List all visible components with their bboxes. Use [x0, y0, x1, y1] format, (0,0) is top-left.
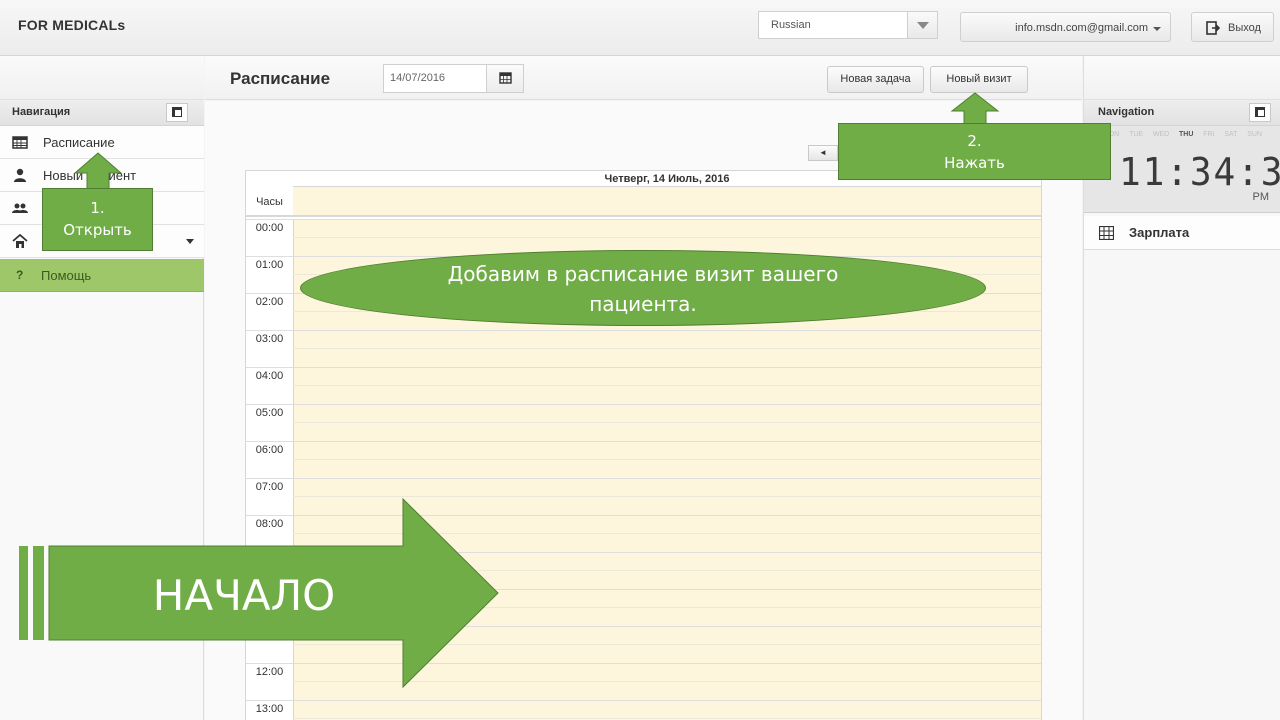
- hour-divider: [246, 478, 1041, 479]
- weekday-tue: TUE: [1129, 131, 1144, 138]
- half-hour-divider: [293, 237, 1041, 238]
- arrow-up-shape-2: [950, 92, 1000, 125]
- right-panel-toggle-button[interactable]: [1249, 103, 1271, 122]
- all-day-row[interactable]: [293, 187, 1041, 217]
- digital-clock: MON TUE WED THU FRI SAT SUN 11:34:32 PM: [1084, 126, 1280, 213]
- start-stripe-1: [19, 546, 28, 640]
- hour-row[interactable]: 06:00: [246, 441, 1041, 478]
- panel-toggle-icon: [172, 107, 182, 117]
- callout-number: 1.: [90, 199, 105, 217]
- sidebar-item-label: Расписание: [43, 135, 115, 150]
- half-hour-divider: [293, 459, 1041, 460]
- user-icon: [14, 168, 26, 182]
- hour-row[interactable]: 05:00: [246, 404, 1041, 441]
- hour-label: 07:00: [255, 481, 284, 493]
- language-value: Russian: [771, 19, 811, 31]
- callout-text: Открыть: [63, 221, 132, 239]
- salary-label: Зарплата: [1129, 225, 1190, 240]
- users-icon: [12, 203, 28, 213]
- hour-label: 05:00: [255, 407, 284, 419]
- weekday-thu: THU: [1179, 131, 1194, 138]
- salary-link[interactable]: Зарплата: [1084, 216, 1280, 250]
- weekday-sun: SUN: [1247, 131, 1263, 138]
- calendar-icon: [499, 72, 512, 84]
- chevron-down-icon[interactable]: [907, 12, 937, 38]
- previous-day-button[interactable]: ◄: [808, 145, 838, 161]
- hour-divider: [246, 441, 1041, 442]
- hour-row[interactable]: 03:00: [246, 330, 1041, 367]
- sidebar-top: [0, 56, 204, 100]
- panel-toggle-icon: [1255, 107, 1265, 117]
- start-arrow[interactable]: НАЧАЛО: [48, 498, 500, 690]
- half-hour-divider: [293, 496, 1041, 497]
- new-task-button[interactable]: Новая задача: [827, 66, 924, 93]
- language-select[interactable]: Russian: [758, 11, 938, 39]
- callout-text: Нажать: [944, 154, 1005, 172]
- clock-weekdays: MON TUE WED THU FRI SAT SUN: [1084, 131, 1280, 138]
- date-value: 14/07/2016: [390, 72, 446, 84]
- logout-icon: [1206, 21, 1220, 35]
- sidebar-toggle-button[interactable]: [166, 103, 188, 122]
- date-field[interactable]: 14/07/2016: [383, 64, 524, 93]
- hours-column-label: Часы: [246, 187, 293, 217]
- callout-click: 2. Нажать: [838, 123, 1111, 180]
- arrow-up-shape-1: [73, 152, 123, 190]
- weekday-sat: SAT: [1224, 131, 1238, 138]
- home-icon: [12, 234, 28, 248]
- right-panel: Navigation MON TUE WED THU FRI SAT SUN 1…: [1083, 56, 1280, 720]
- user-email: info.msdn.com@gmail.com: [1015, 22, 1148, 34]
- start-label: НАЧАЛО: [153, 571, 335, 620]
- right-panel-top: [1084, 56, 1280, 100]
- hour-divider: [246, 404, 1041, 405]
- clock-time: 11:34:32: [1118, 150, 1280, 194]
- right-panel-heading-label: Navigation: [1098, 106, 1155, 118]
- sidebar-item-label: Помощь: [41, 268, 92, 283]
- logout-button[interactable]: Выход: [1191, 12, 1274, 42]
- caret-down-icon[interactable]: [186, 239, 194, 244]
- callout-open: 1. Открыть: [42, 188, 153, 251]
- calculator-icon: [1099, 226, 1114, 240]
- hour-divider: [246, 219, 1041, 220]
- weekday-fri: FRI: [1203, 131, 1215, 138]
- date-picker-button[interactable]: [486, 65, 523, 92]
- hour-label: 06:00: [255, 444, 284, 456]
- info-ellipse: Добавим в расписание визит вашего пациен…: [300, 250, 986, 326]
- hour-label: 01:00: [255, 259, 284, 271]
- clock-ampm: PM: [1252, 191, 1270, 203]
- half-hour-divider: [293, 422, 1041, 423]
- right-panel-heading: Navigation: [1084, 100, 1280, 126]
- weekday-wed: WED: [1152, 131, 1170, 138]
- info-line-1: Добавим в расписание визит вашего: [447, 262, 839, 286]
- start-stripe-2: [33, 546, 44, 640]
- hour-label: 13:00: [255, 703, 284, 715]
- hour-row[interactable]: 13:00: [246, 700, 1041, 720]
- hour-row[interactable]: 04:00: [246, 367, 1041, 404]
- caret-down-icon: [1153, 27, 1161, 31]
- sidebar-heading: Навигация: [0, 100, 204, 126]
- info-line-2: пациента.: [589, 292, 697, 316]
- logout-label: Выход: [1228, 22, 1261, 34]
- hour-label: 04:00: [255, 370, 284, 382]
- question-icon: ?: [16, 268, 24, 282]
- user-menu-button[interactable]: info.msdn.com@gmail.com: [960, 12, 1171, 42]
- hour-label: 00:00: [255, 222, 284, 234]
- hour-label: 03:00: [255, 333, 284, 345]
- page-title: Расписание: [230, 69, 331, 88]
- calendar-icon: [12, 136, 28, 149]
- hour-divider: [246, 700, 1041, 701]
- new-visit-button[interactable]: Новый визит: [930, 66, 1028, 93]
- half-hour-divider: [293, 348, 1041, 349]
- hour-divider: [246, 330, 1041, 331]
- sidebar-item-help[interactable]: ? Помощь: [0, 259, 204, 292]
- hour-label: 02:00: [255, 296, 284, 308]
- hour-divider: [246, 367, 1041, 368]
- top-bar: FOR MEDICALs Russian info.msdn.com@gmail…: [0, 0, 1280, 56]
- sidebar-heading-label: Навигация: [12, 106, 71, 118]
- callout-number: 2.: [967, 132, 982, 150]
- half-hour-divider: [293, 718, 1041, 719]
- half-hour-divider: [293, 385, 1041, 386]
- app-brand[interactable]: FOR MEDICALs: [18, 17, 125, 33]
